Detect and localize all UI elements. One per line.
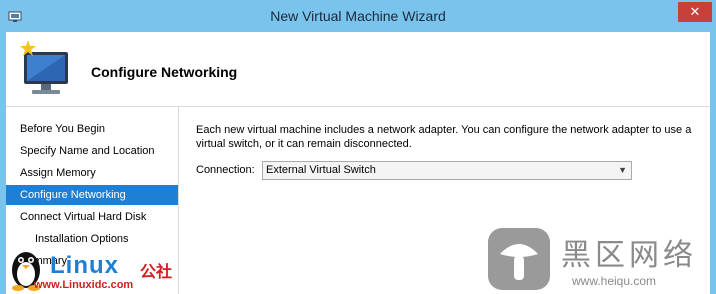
heiqu-watermark: 黑区网络 www.heiqu.com	[486, 226, 712, 294]
close-icon: ✕	[689, 4, 701, 19]
new-vm-wizard-icon	[20, 40, 68, 94]
linux-brand-cn: 公社	[140, 264, 173, 281]
step-configure-networking[interactable]: Configure Networking	[6, 185, 178, 205]
wizard-header: Configure Networking	[6, 32, 710, 107]
connection-label: Connection:	[196, 164, 255, 176]
networking-description: Each new virtual machine includes a netw…	[196, 124, 692, 150]
step-assign-memory[interactable]: Assign Memory	[6, 163, 178, 183]
page-heading: Configure Networking	[91, 64, 238, 80]
window-title: New Virtual Machine Wizard	[270, 8, 446, 24]
heiqu-cn-text: 黑区网络	[561, 239, 697, 272]
linuxidc-watermark: Linux 公社 www.Linuxidc.com	[0, 244, 200, 294]
step-before-you-begin[interactable]: Before You Begin	[6, 119, 178, 139]
chevron-down-icon: ▼	[618, 165, 627, 175]
heiqu-url: www.heiqu.com	[572, 274, 657, 288]
step-connect-virtual-hard-disk[interactable]: Connect Virtual Hard Disk	[6, 207, 178, 227]
mushroom-logo-icon	[488, 228, 550, 290]
close-button[interactable]: ✕	[678, 2, 712, 22]
step-specify-name-and-location[interactable]: Specify Name and Location	[6, 141, 178, 161]
connection-selected-value: External Virtual Switch	[266, 164, 376, 176]
linuxidc-url: www.Linuxidc.com	[34, 279, 134, 291]
title-bar[interactable]: New Virtual Machine Wizard ✕	[0, 0, 716, 32]
connection-dropdown[interactable]: External Virtual Switch ▼	[262, 161, 632, 180]
linux-brand-text: Linux	[50, 252, 119, 279]
